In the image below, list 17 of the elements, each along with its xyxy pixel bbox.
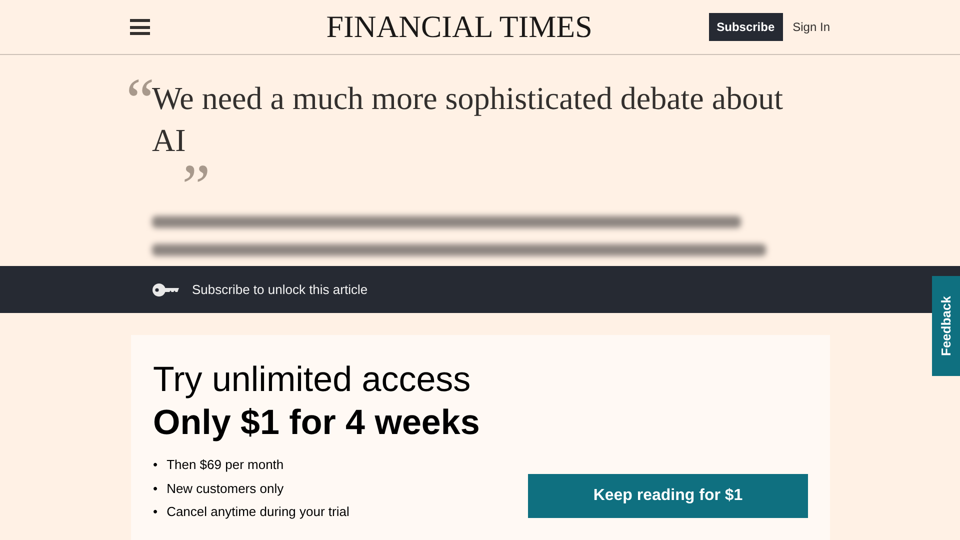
feedback-tab[interactable]: Feedback <box>932 276 960 376</box>
menu-icon[interactable] <box>130 19 150 35</box>
bullet-mark: • <box>153 503 158 521</box>
keep-reading-button[interactable]: Keep reading for $1 <box>528 474 808 518</box>
offer-title: Try unlimited access <box>153 359 472 401</box>
site-logo[interactable]: FINANCIAL TIMES <box>150 9 709 45</box>
subscribe-button[interactable]: Subscribe <box>708 13 783 41</box>
bullet-mark: • <box>153 480 158 498</box>
offer-price: Only $1 for 4 weeks <box>153 402 481 444</box>
open-quote-mark: “ <box>126 69 150 133</box>
offer-point: Cancel anytime during your trial <box>166 503 350 521</box>
offer-point: Then $69 per month <box>166 456 284 474</box>
bullet-mark: • <box>153 456 158 474</box>
key-icon <box>152 282 180 296</box>
offer-point: New customers only <box>166 480 284 498</box>
unlock-text: Subscribe to unlock this article <box>192 282 368 297</box>
sign-in-link[interactable]: Sign In <box>792 20 830 34</box>
